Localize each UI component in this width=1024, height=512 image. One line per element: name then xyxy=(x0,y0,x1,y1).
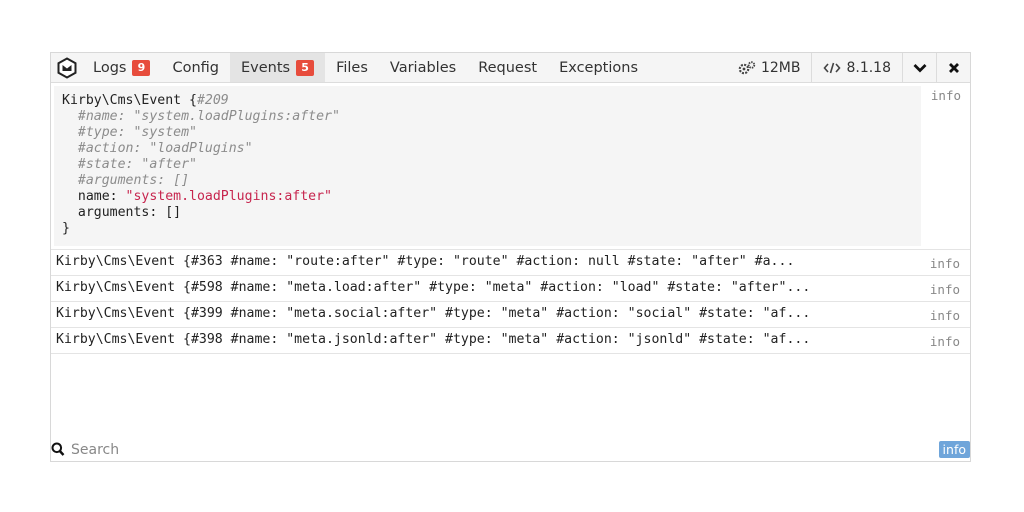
event-entry-expanded[interactable]: Kirby\Cms\Event {#209 #name: "system.loa… xyxy=(54,86,972,248)
tab-events-label: Events xyxy=(241,59,291,76)
code-icon xyxy=(823,62,842,73)
tab-files-label: Files xyxy=(336,59,368,76)
event-row[interactable]: Kirby\Cms\Event {#398 #name: "meta.jsonl… xyxy=(51,327,970,354)
memory-value: 12MB xyxy=(760,59,801,76)
event-row-text: Kirby\Cms\Event {#398 #name: "meta.jsonl… xyxy=(56,332,811,347)
level-label: info xyxy=(929,334,960,349)
tab-config-label: Config xyxy=(172,59,219,76)
tab-files[interactable]: Files xyxy=(325,53,379,82)
tab-logs-label: Logs xyxy=(93,59,127,76)
class-name: Kirby\Cms\Event { xyxy=(62,93,197,108)
level-filter-button[interactable]: info xyxy=(938,441,970,458)
tab-exceptions-label: Exceptions xyxy=(559,59,639,76)
prop-action: #action: "loadPlugins" xyxy=(77,141,253,156)
gears-icon xyxy=(738,60,756,74)
version-value: 8.1.18 xyxy=(846,59,891,76)
level-label: info xyxy=(930,88,961,103)
prop-arguments: #arguments: [] xyxy=(77,173,190,188)
tab-config[interactable]: Config xyxy=(161,53,230,82)
tab-exceptions[interactable]: Exceptions xyxy=(548,53,649,82)
chevron-down-icon xyxy=(913,63,926,72)
logs-count-badge: 9 xyxy=(132,59,151,76)
debug-panel: Logs 9 Config Events 5 Files Variables R… xyxy=(50,52,971,462)
php-version[interactable]: 8.1.18 xyxy=(811,53,902,82)
tab-request-label: Request xyxy=(478,59,538,76)
event-row-text: Kirby\Cms\Event {#399 #name: "meta.socia… xyxy=(56,306,811,321)
level-label: info xyxy=(929,282,960,297)
tab-variables-label: Variables xyxy=(389,59,457,76)
public-arguments: arguments: [] xyxy=(77,205,182,220)
event-row-text: Kirby\Cms\Event {#598 #name: "meta.load:… xyxy=(56,280,811,295)
event-dump-code: Kirby\Cms\Event {#209 #name: "system.loa… xyxy=(62,93,340,237)
prop-name: #name: "system.loadPlugins:after" xyxy=(77,109,340,124)
level-label: info xyxy=(929,256,960,271)
prop-state: #state: "after" xyxy=(77,157,197,172)
close-icon xyxy=(948,62,959,73)
public-name-key: name: xyxy=(77,189,126,204)
public-name-value: "system.loadPlugins:after" xyxy=(125,189,332,204)
prop-type: #type: "system" xyxy=(77,125,197,140)
search-input[interactable] xyxy=(71,440,671,460)
tab-request[interactable]: Request xyxy=(467,53,548,82)
kirby-logo-icon[interactable] xyxy=(55,56,79,80)
event-dump: Kirby\Cms\Event {#209 #name: "system.loa… xyxy=(54,86,921,246)
event-row[interactable]: Kirby\Cms\Event {#399 #name: "meta.socia… xyxy=(51,301,970,327)
tab-logs[interactable]: Logs 9 xyxy=(82,53,161,82)
level-label: info xyxy=(929,308,960,323)
object-id: #209 xyxy=(196,93,229,108)
events-count-badge: 5 xyxy=(296,59,315,76)
memory-usage[interactable]: 12MB xyxy=(727,53,812,82)
collapse-button[interactable] xyxy=(902,53,936,82)
tab-bar: Logs 9 Config Events 5 Files Variables R… xyxy=(51,53,970,83)
search-icon xyxy=(51,442,65,456)
close-button[interactable] xyxy=(936,53,970,82)
event-row[interactable]: Kirby\Cms\Event {#598 #name: "meta.load:… xyxy=(51,275,970,301)
tab-events[interactable]: Events 5 xyxy=(230,53,326,82)
closing-brace: } xyxy=(62,221,70,236)
tab-variables[interactable]: Variables xyxy=(379,53,467,82)
event-row[interactable]: Kirby\Cms\Event {#363 #name: "route:afte… xyxy=(51,249,970,275)
event-row-text: Kirby\Cms\Event {#363 #name: "route:afte… xyxy=(56,254,795,269)
search-bar: info xyxy=(51,439,970,461)
